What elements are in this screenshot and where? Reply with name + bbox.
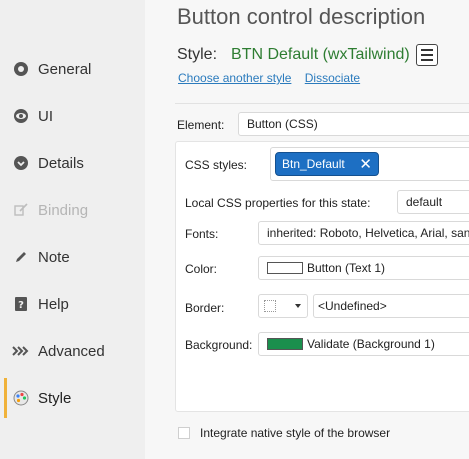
sidebar-item-advanced[interactable]: Advanced [0,331,145,371]
border-style-dropdown[interactable] [258,294,308,318]
color-swatch [267,262,303,274]
background-value: Validate (Background 1) [307,337,435,351]
sidebar-item-label: Binding [38,201,89,219]
css-style-tag[interactable]: Btn_Default ✕ [275,152,379,176]
svg-text:?: ? [18,300,24,311]
style-label: Style: [177,46,218,63]
sidebar-item-general[interactable]: General [0,49,145,89]
palette-icon [12,389,30,407]
sidebar-item-note[interactable]: Note [0,237,145,277]
color-label: Color: [185,262,218,276]
sidebar-item-label: Details [38,154,84,172]
border-style-icon [264,300,276,312]
gear-icon [12,60,30,78]
help-icon: ? [12,295,30,313]
choose-style-link[interactable]: Choose another style [178,71,291,85]
element-field[interactable]: Button (CSS) [238,112,469,136]
element-label: Element: [177,118,225,132]
color-field[interactable]: Button (Text 1) [258,256,469,280]
native-style-option[interactable]: Integrate native style of the browser [178,426,390,440]
remove-tag-icon[interactable]: ✕ [359,157,372,172]
style-value: BTN Default (wxTailwind) [231,46,410,63]
divider [175,103,469,104]
local-css-label: Local CSS properties for this state: [185,196,371,210]
style-menu-button[interactable] [415,44,438,66]
native-style-checkbox[interactable] [178,427,190,439]
sidebar-item-label: Note [38,248,70,266]
background-label: Background: [185,338,253,352]
background-swatch [267,338,303,350]
page-title: Button control description [177,4,426,29]
main-panel: Button control description Style: BTN De… [145,0,469,459]
style-links: Choose another style Dissociate [178,71,370,85]
sidebar-item-help[interactable]: ? Help [0,284,145,324]
sidebar-item-style[interactable]: Style [0,378,145,418]
fonts-field[interactable]: inherited: Roboto, Helvetica, Arial, san… [258,221,469,245]
sidebar-item-label: Style [38,389,72,407]
sidebar: General UI Details Binding Note ? Help A… [0,0,145,459]
color-value: Button (Text 1) [307,261,386,275]
sidebar-item-label: Advanced [38,342,105,360]
border-field[interactable]: <Undefined> [313,294,469,318]
style-line: Style: BTN Default (wxTailwind) [177,44,438,66]
pencil-icon [12,248,30,266]
binding-icon [12,201,30,219]
state-select[interactable]: default [397,190,469,214]
css-style-tag-label: Btn_Default [282,157,345,171]
sidebar-item-label: UI [38,107,53,125]
sidebar-item-label: General [38,60,92,78]
border-label: Border: [185,301,225,315]
details-icon [12,154,30,172]
sidebar-item-label: Help [38,295,69,313]
sidebar-item-details[interactable]: Details [0,143,145,183]
dissociate-link[interactable]: Dissociate [305,71,360,85]
eye-icon [12,107,30,125]
sidebar-item-binding: Binding [0,190,145,230]
sidebar-item-ui[interactable]: UI [0,96,145,136]
native-style-label: Integrate native style of the browser [200,426,391,440]
css-styles-label: CSS styles: [185,158,248,172]
fonts-label: Fonts: [185,227,219,241]
advanced-icon [12,342,30,360]
chevron-down-icon [295,304,301,308]
background-field[interactable]: Validate (Background 1) [258,332,469,356]
